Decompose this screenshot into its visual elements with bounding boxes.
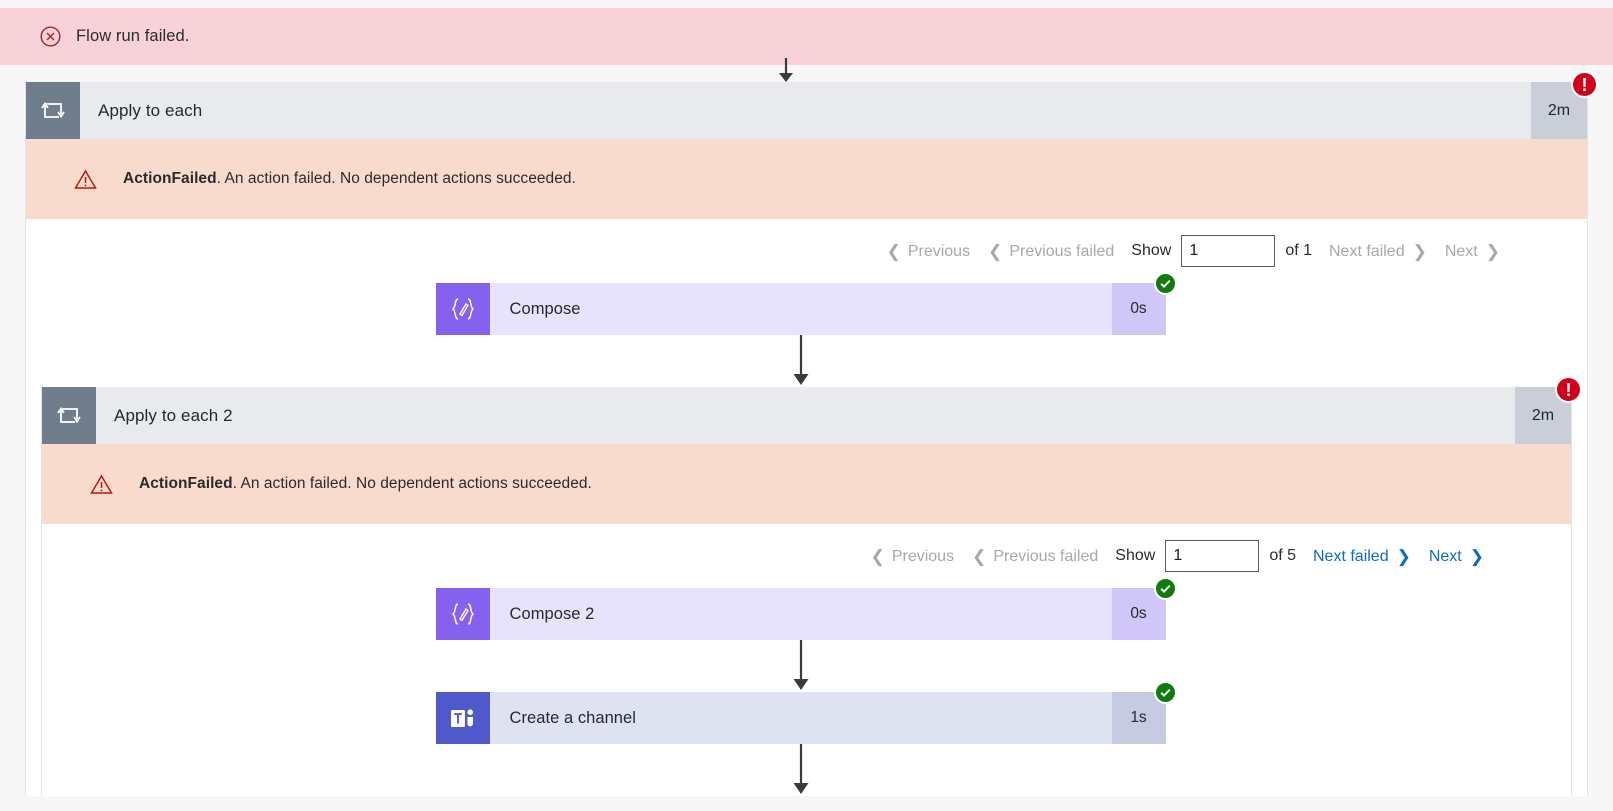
- action-title: Compose: [489, 283, 1112, 335]
- compose-icon-container: [435, 588, 490, 640]
- status-badge-failed: !: [1555, 376, 1582, 403]
- previous-failed-button[interactable]: ❮ Previous failed: [972, 547, 1098, 566]
- chevron-left-icon: ❮: [972, 546, 987, 566]
- pagination-outer: ❮ Previous ❮ Previous failed Show of 1 N…: [26, 219, 1587, 283]
- next-button[interactable]: Next ❯: [1429, 547, 1484, 566]
- status-badge-succeeded: [1153, 272, 1177, 295]
- compose-icon-container: [435, 283, 490, 335]
- compose-braces-pencil-icon: [451, 603, 474, 625]
- show-label: Show: [1131, 242, 1172, 259]
- success-check-icon: [1160, 688, 1170, 697]
- previous-label: Previous: [891, 547, 955, 565]
- chevron-left-icon: ❮: [886, 241, 901, 261]
- error-code: ActionFailed: [139, 475, 233, 492]
- previous-button[interactable]: ❮ Previous: [887, 242, 971, 261]
- loop-header-apply-to-each-2[interactable]: Apply to each 2 2m !: [42, 376, 1582, 444]
- pagination-inner: ❮ Previous ❮ Previous failed Show of 5 N…: [42, 524, 1571, 588]
- action-failed-error-strip: ActionFailed. An action failed. No depen…: [42, 444, 1571, 524]
- microsoft-teams-icon: [451, 708, 473, 727]
- page-number-input[interactable]: [1165, 540, 1260, 572]
- inner-scope-body: Compose 2 0s Create a channel 1s: [42, 577, 1571, 796]
- chevron-right-icon: ❯: [1396, 546, 1411, 566]
- success-check-icon: [1160, 584, 1170, 593]
- chevron-right-icon: ❯: [1485, 241, 1500, 261]
- status-badge-succeeded: [1153, 681, 1177, 704]
- teams-icon-container: [435, 692, 490, 744]
- connector-arrow-icon: [793, 744, 808, 794]
- error-message: ActionFailed. An action failed. No depen…: [123, 170, 576, 188]
- chevron-right-icon: ❯: [1469, 546, 1484, 566]
- previous-failed-button[interactable]: ❮ Previous failed: [988, 242, 1114, 261]
- warning-triangle-icon: [74, 169, 97, 189]
- action-card-compose-2[interactable]: Compose 2 0s: [435, 577, 1177, 640]
- chevron-right-icon: ❯: [1412, 241, 1427, 261]
- error-detail: . An action failed. No dependent actions…: [232, 475, 592, 492]
- chevron-left-icon: ❮: [988, 241, 1003, 261]
- loop-icon-container: [26, 82, 80, 139]
- status-badge-failed: !: [1571, 71, 1598, 98]
- error-code: ActionFailed: [123, 170, 217, 187]
- scope-apply-to-each: Apply to each 2m ! ActionFailed. An acti…: [25, 71, 1598, 796]
- banner-message: Flow run failed.: [76, 27, 190, 45]
- error-detail: . An action failed. No dependent actions…: [216, 170, 576, 187]
- next-label: Next: [1428, 547, 1462, 565]
- page-number-input[interactable]: [1181, 235, 1276, 267]
- next-failed-label: Next failed: [1329, 242, 1405, 260]
- next-label: Next: [1444, 242, 1478, 260]
- connector-arrow-icon: [793, 640, 808, 690]
- action-card-compose[interactable]: Compose 0s: [435, 272, 1177, 335]
- previous-button[interactable]: ❮ Previous: [871, 547, 955, 566]
- next-button[interactable]: Next ❯: [1445, 242, 1500, 261]
- loop-header-apply-to-each[interactable]: Apply to each 2m !: [26, 71, 1598, 139]
- loop-title-text: Apply to each 2: [114, 405, 233, 425]
- status-badge-succeeded: [1153, 577, 1177, 600]
- error-circle-x-icon: [40, 26, 61, 47]
- warning-triangle-icon: [90, 474, 113, 494]
- error-message: ActionFailed. An action failed. No depen…: [139, 475, 592, 493]
- success-check-icon: [1160, 279, 1170, 288]
- flow-run-canvas: Apply to each 2m ! ActionFailed. An acti…: [0, 58, 1613, 811]
- next-failed-button[interactable]: Next failed ❯: [1313, 547, 1411, 566]
- previous-failed-label: Previous failed: [1009, 242, 1115, 260]
- action-title: Create a channel: [489, 692, 1112, 744]
- loop-repeat-icon: [57, 406, 81, 423]
- next-failed-label: Next failed: [1313, 547, 1389, 565]
- next-failed-button[interactable]: Next failed ❯: [1329, 242, 1427, 261]
- flow-run-failed-banner: Flow run failed.: [0, 8, 1613, 65]
- outer-scope-body: Compose 0s: [26, 272, 1587, 387]
- show-label: Show: [1115, 547, 1156, 564]
- loop-repeat-icon: [41, 101, 65, 118]
- page-total-label: of 5: [1269, 547, 1296, 564]
- action-failed-error-strip: ActionFailed. An action failed. No depen…: [26, 139, 1587, 219]
- action-card-create-a-channel[interactable]: Create a channel 1s: [435, 681, 1177, 744]
- compose-braces-pencil-icon: [451, 298, 474, 320]
- action-title: Compose 2: [489, 588, 1112, 640]
- previous-label: Previous: [907, 242, 971, 260]
- previous-failed-label: Previous failed: [993, 547, 1099, 565]
- chevron-left-icon: ❮: [870, 546, 885, 566]
- scope-apply-to-each-2: Apply to each 2 2m ! ActionFailed. An ac…: [41, 376, 1582, 796]
- loop-icon-container: [42, 387, 96, 444]
- page-total-label: of 1: [1285, 242, 1312, 259]
- connector-arrow-icon: [793, 335, 808, 385]
- connector-arrow-icon: [779, 58, 793, 82]
- loop-title-text: Apply to each: [98, 100, 203, 120]
